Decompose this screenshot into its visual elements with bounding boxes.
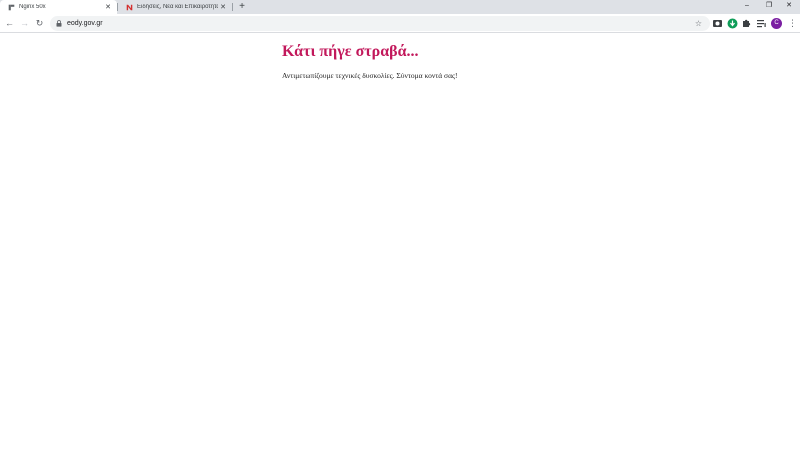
forward-button[interactable]: → <box>18 17 31 30</box>
page-content: Κάτι πήγε στραβά... Αντιμετωπίζουμε τεχν… <box>0 34 800 476</box>
screenshot-extension-icon[interactable] <box>712 18 723 29</box>
tab-separator <box>232 3 233 11</box>
tab-title: Ειδήσεις, Νέα και Επικαιρότητα <box>137 4 218 10</box>
lock-icon[interactable] <box>56 20 62 27</box>
nginx-icon <box>8 4 15 10</box>
download-extension-icon[interactable] <box>727 18 738 29</box>
reading-list-icon[interactable] <box>756 18 767 29</box>
browser-menu-icon[interactable]: ⋮ <box>788 17 797 30</box>
tab-title: Nginx 50x <box>19 4 46 10</box>
error-heading: Κάτι πήγε στραβά... <box>282 43 419 60</box>
close-icon[interactable]: ✕ <box>103 3 113 11</box>
extensions-puzzle-icon[interactable] <box>741 18 752 29</box>
bookmark-star-icon[interactable]: ☆ <box>695 16 702 31</box>
back-button[interactable]: ← <box>3 17 16 30</box>
close-window-button[interactable]: ✕ <box>778 0 800 14</box>
close-icon[interactable]: ✕ <box>218 3 228 11</box>
new-tab-button[interactable]: + <box>236 0 248 14</box>
profile-avatar[interactable]: C <box>771 18 782 29</box>
news-n-icon <box>126 4 133 10</box>
tab-news[interactable]: Ειδήσεις, Νέα και Επικαιρότητα ✕ <box>118 0 232 14</box>
restore-button[interactable]: ❐ <box>758 0 780 14</box>
minimize-button[interactable]: – <box>736 0 758 14</box>
browser-toolbar: ← → ↻ eody.gov.gr ☆ C ⋮ <box>0 14 800 33</box>
address-bar[interactable]: eody.gov.gr ☆ <box>50 16 710 31</box>
url-text: eody.gov.gr <box>67 20 103 27</box>
tab-nginx-50x[interactable]: Nginx 50x ✕ <box>0 0 117 14</box>
error-message: Αντιμετωπίζουμε τεχνικές δυσκολίες. Σύντ… <box>282 71 458 80</box>
reload-button[interactable]: ↻ <box>33 17 46 30</box>
tab-strip: Nginx 50x ✕ Ειδήσεις, Νέα και Επικαιρότη… <box>0 0 800 14</box>
